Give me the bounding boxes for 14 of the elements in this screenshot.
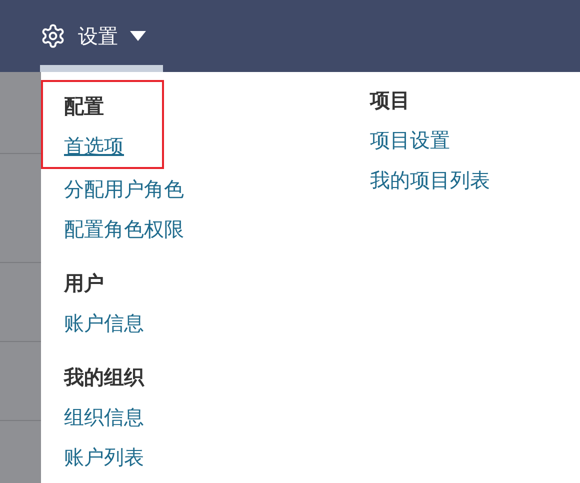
- menu-link[interactable]: 项目设置: [370, 120, 450, 160]
- section-heading: 配置: [64, 93, 105, 120]
- menu-link[interactable]: 首选项: [64, 126, 124, 166]
- caret-icon: [130, 31, 146, 41]
- menu-link[interactable]: 账户信息: [64, 303, 144, 343]
- menu-link[interactable]: 账户列表: [64, 437, 144, 477]
- section-heading: 我的组织: [64, 364, 146, 391]
- menu-link[interactable]: 我的项目列表: [370, 160, 490, 200]
- section-heading: 用户: [64, 270, 105, 297]
- menu-link[interactable]: 配置角色权限: [64, 209, 184, 249]
- menu-link[interactable]: 分配用户角色: [64, 169, 184, 209]
- menu-link[interactable]: 组织信息: [64, 397, 144, 437]
- settings-icon: [40, 23, 66, 49]
- section-heading: 项目: [370, 87, 411, 114]
